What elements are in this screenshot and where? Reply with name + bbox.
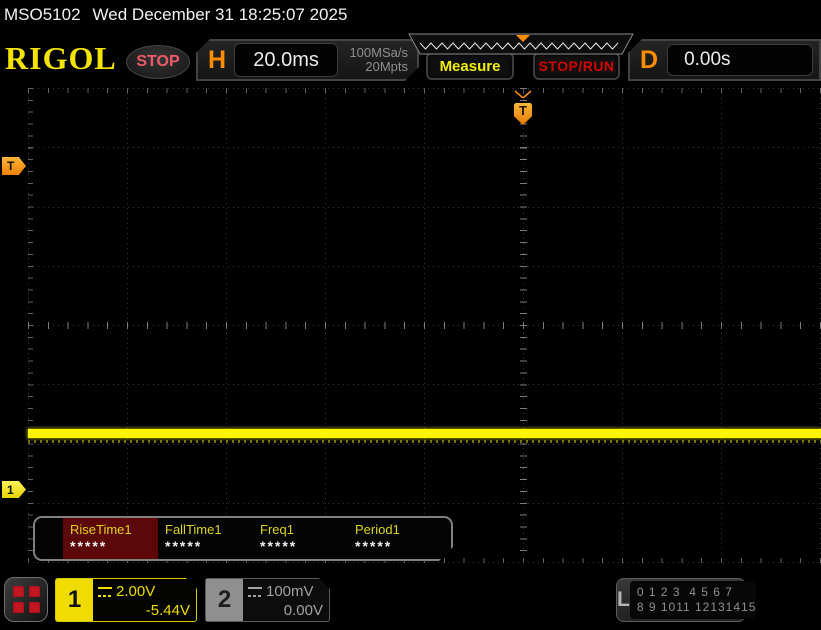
logic-analyzer-block[interactable]: L 0 1 2 3 4 5 6 7 8 9 1011 12131415 (616, 578, 746, 622)
measurement-value: ***** (70, 538, 158, 554)
ch1-trace-noise (28, 440, 821, 443)
measurement-panel: RiseTime1 ***** FallTime1 ***** Freq1 **… (33, 516, 453, 561)
ch1-trace (28, 429, 821, 438)
channel2-scale: 100mV (266, 582, 314, 601)
timebase-value: 20.0ms (234, 43, 338, 77)
red-square-icon (29, 586, 40, 597)
logic-row-bottom: 8 9 1011 12131415 (637, 600, 757, 615)
datetime: Wed December 31 18:25:07 2025 (93, 5, 348, 24)
measurement-item-period[interactable]: Period1 ***** (348, 518, 443, 559)
channel1-block[interactable]: 1 2.00V -5.44V (55, 578, 197, 622)
dc-coupling-icon (248, 587, 262, 597)
model-name: MSO5102 (4, 5, 81, 24)
trigger-level-marker[interactable]: T (2, 157, 26, 175)
horizontal-label: H (208, 46, 226, 75)
graticule (28, 88, 821, 563)
measurement-value: ***** (355, 538, 443, 554)
measurement-item-freq[interactable]: Freq1 ***** (253, 518, 348, 559)
logic-row-top: 0 1 2 3 4 5 6 7 (637, 585, 757, 600)
measurement-item-risetime[interactable]: RiseTime1 ***** (63, 518, 158, 559)
measurement-label: FallTime1 (165, 522, 253, 537)
red-square-icon (13, 602, 24, 613)
trigger-shield-icon: T (514, 103, 532, 125)
sample-rate: 100MSa/s (349, 46, 408, 60)
logic-channels: 0 1 2 3 4 5 6 7 8 9 1011 12131415 (630, 581, 757, 619)
memory-depth: 20Mpts (349, 60, 408, 74)
channel1-scale: 2.00V (116, 582, 155, 601)
dc-coupling-icon (98, 587, 112, 597)
delay-value: 0.00s (667, 44, 813, 76)
measurement-label: RiseTime1 (70, 522, 158, 537)
run-state-badge: STOP (126, 45, 190, 79)
channel2-offset: 0.00V (248, 601, 323, 621)
channel1-offset: -5.44V (98, 601, 190, 621)
rigol-logo: RIGOL (5, 40, 117, 77)
measurement-item-falltime[interactable]: FallTime1 ***** (158, 518, 253, 559)
acquisition-info: 100MSa/s 20Mpts (349, 46, 417, 74)
logic-label: L (617, 588, 630, 612)
top-edge-ticks (28, 88, 821, 93)
delay-panel[interactable]: D 0.00s (628, 39, 821, 81)
oscilloscope-screen: MSO5102 Wed December 31 18:25:07 2025 RIG… (0, 0, 821, 630)
horizontal-settings-panel[interactable]: H 20.0ms 100MSa/s 20Mpts (196, 39, 419, 81)
center-horizontal-axis-ticks (28, 322, 821, 329)
waveform-preview-strip[interactable] (408, 33, 634, 55)
measure-button[interactable]: Measure (426, 52, 514, 80)
channel1-tab: 1 (56, 579, 93, 621)
channel2-block[interactable]: 2 100mV 0.00V (205, 578, 330, 622)
measurement-label: Period1 (355, 522, 443, 537)
ch1-ground-marker[interactable]: 1 (2, 481, 26, 498)
delay-label: D (640, 46, 658, 75)
stop-run-button[interactable]: STOP/RUN (533, 52, 620, 80)
windows-menu-icon[interactable] (4, 577, 48, 622)
measurement-value: ***** (165, 538, 253, 554)
red-square-icon (29, 602, 40, 613)
status-bar: MSO5102 Wed December 31 18:25:07 2025 (4, 5, 347, 25)
channel2-tab: 2 (206, 579, 243, 621)
measurement-label: Freq1 (260, 522, 348, 537)
trigger-chevron-icon (514, 90, 532, 98)
measurement-value: ***** (260, 538, 348, 554)
trigger-position-marker[interactable]: T (514, 85, 532, 125)
red-square-icon (13, 586, 24, 597)
